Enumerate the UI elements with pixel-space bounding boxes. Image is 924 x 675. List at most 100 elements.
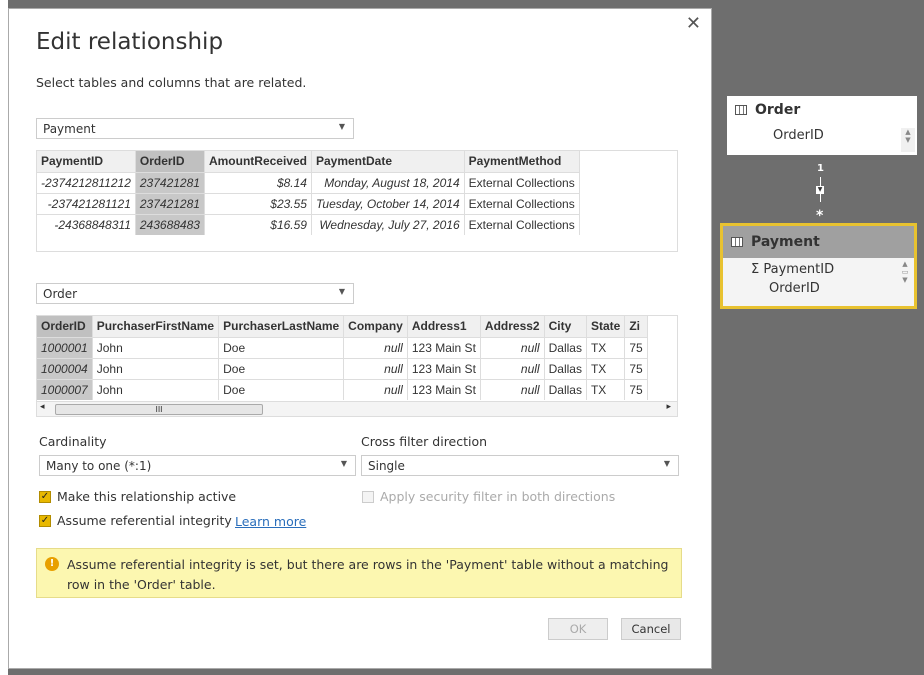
header-row: PaymentID OrderID AmountReceived PaymentDat… <box>37 151 580 172</box>
table-cell: Dallas <box>544 357 587 379</box>
table-cell: 123 Main St <box>407 378 481 400</box>
column-header[interactable]: PaymentID <box>37 151 136 172</box>
table-cell: TX <box>586 378 626 400</box>
payment-table-card[interactable]: Payment Σ PaymentID OrderID ▲ ▭ ▼ <box>720 223 917 309</box>
table-cell: 75 <box>624 378 648 400</box>
table-cell: Monday, August 18, 2014 <box>311 171 465 193</box>
card-scrollbar[interactable]: ▲ ▼ <box>901 128 915 152</box>
column-header[interactable]: Zi <box>624 316 648 337</box>
dialog-title: Edit relationship <box>36 29 224 55</box>
integrity-label: Assume referential integrity <box>57 513 232 528</box>
payment-field[interactable]: PaymentID <box>763 262 834 277</box>
table-cell: null <box>343 378 408 400</box>
chevron-down-icon: ▼ <box>340 459 347 468</box>
edit-relationship-dialog: ✕ Edit relationship Select tables and co… <box>8 8 712 669</box>
chevron-down-icon: ▼ <box>338 122 345 131</box>
table-row: 1000004 John Doe null 123 Main St null Dallas T… <box>37 357 648 379</box>
dialog-subtitle: Select tables and columns that are relat… <box>36 75 307 90</box>
table-row: -237421281121 237421281 $23.55 Tuesday, Oct… <box>37 192 580 214</box>
column-header[interactable]: PurchaserLastName <box>218 316 345 337</box>
table-cell: Doe <box>218 336 345 358</box>
crossfilter-value: Single <box>368 459 405 473</box>
column-header[interactable]: OrderID <box>135 151 205 172</box>
column-header[interactable]: AmountReceived <box>204 151 312 172</box>
chevron-down-icon: ▼ <box>338 287 345 296</box>
table-cell: $8.14 <box>204 171 312 193</box>
table-cell: $16.59 <box>204 213 312 235</box>
table2-select[interactable]: Order ▼ <box>36 283 354 304</box>
column-header[interactable]: Company <box>343 316 408 337</box>
header-row: OrderID PurchaserFirstName PurchaserLastNa… <box>37 316 648 337</box>
scrollbar-thumb[interactable]: III <box>55 404 263 415</box>
payment-field[interactable]: OrderID <box>723 277 914 296</box>
warning-text: Assume referential integrity is set, but… <box>67 557 669 592</box>
integrity-checkbox[interactable]: ✓ Assume referential integrity <box>39 513 232 528</box>
security-label: Apply security filter in both directions <box>380 489 616 504</box>
column-header[interactable]: State <box>586 316 626 337</box>
table-cell: Dallas <box>544 336 587 358</box>
table-cell: 1000007 <box>37 378 93 400</box>
order-field[interactable]: OrderID <box>727 124 917 143</box>
table1-select[interactable]: Payment ▼ <box>36 118 354 139</box>
table-cell: null <box>480 357 545 379</box>
scroll-right-icon[interactable]: ▸ <box>666 402 671 412</box>
table-cell: John <box>92 357 220 379</box>
table-icon <box>731 237 743 247</box>
table-row: -2374212811212 237421281 $8.14 Monday, Augu… <box>37 171 580 193</box>
learn-more-link[interactable]: Learn more <box>235 514 306 529</box>
table1-select-value: Payment <box>43 122 96 136</box>
crossfilter-select[interactable]: Single ▼ <box>361 455 679 476</box>
table-cell: Dallas <box>544 378 587 400</box>
table1-preview[interactable]: PaymentID OrderID AmountReceived PaymentDat… <box>36 150 678 252</box>
column-header[interactable]: PaymentDate <box>311 151 465 172</box>
table-cell: 123 Main St <box>407 336 481 358</box>
cancel-button[interactable]: Cancel <box>621 618 681 640</box>
active-label: Make this relationship active <box>57 489 237 504</box>
table-cell: null <box>480 336 545 358</box>
table-cell: TX <box>586 357 626 379</box>
table-cell: 1000001 <box>37 336 93 358</box>
checkmark-icon: ✓ <box>39 490 51 503</box>
order-table-card[interactable]: Order OrderID ▲ ▼ <box>727 96 917 155</box>
column-header[interactable]: Address2 <box>480 316 545 337</box>
column-header[interactable]: PurchaserFirstName <box>92 316 220 337</box>
table-cell: John <box>92 378 220 400</box>
table-cell: 243688483 <box>135 213 205 235</box>
scroll-left-icon[interactable]: ◂ <box>40 402 45 412</box>
column-header[interactable]: OrderID <box>37 316 93 337</box>
table2-preview[interactable]: OrderID PurchaserFirstName PurchaserLastNa… <box>36 315 678 417</box>
table-cell: Doe <box>218 357 345 379</box>
ok-button[interactable]: OK <box>548 618 608 640</box>
table-cell: null <box>343 336 408 358</box>
crossfilter-label: Cross filter direction <box>361 434 488 449</box>
table-cell: External Collections <box>464 213 580 235</box>
active-checkbox[interactable]: ✓ Make this relationship active <box>39 489 236 504</box>
table-cell: 75 <box>624 357 648 379</box>
security-filter-checkbox[interactable]: Apply security filter in both directions <box>362 489 615 504</box>
table-cell: TX <box>586 336 626 358</box>
table-row: 1000007 John Doe null 123 Main St null Dallas T… <box>37 378 648 400</box>
table-cell: -2374212811212 <box>37 171 136 193</box>
table-icon <box>735 105 747 115</box>
column-header[interactable]: Address1 <box>407 316 481 337</box>
cardinality-many-marker: * <box>816 208 824 224</box>
table-cell: 75 <box>624 336 648 358</box>
chevron-down-icon: ▼ <box>663 459 670 468</box>
table-cell: null <box>480 378 545 400</box>
column-header[interactable]: PaymentMethod <box>464 151 580 172</box>
table-cell: $23.55 <box>204 192 312 214</box>
table-cell: External Collections <box>464 192 580 214</box>
card-scrollbar[interactable]: ▲ ▭ ▼ <box>898 260 912 304</box>
table2-select-value: Order <box>43 287 78 301</box>
warning-banner: ! Assume referential integrity is set, bu… <box>36 548 682 598</box>
cardinality-value: Many to one (*:1) <box>46 459 152 473</box>
cardinality-select[interactable]: Many to one (*:1) ▼ <box>39 455 356 476</box>
table-cell: External Collections <box>464 171 580 193</box>
table-cell: Tuesday, October 14, 2014 <box>311 192 465 214</box>
table-cell: -24368848311 <box>37 213 136 235</box>
column-header[interactable]: City <box>544 316 587 337</box>
cardinality-one-marker: 1 <box>817 163 824 174</box>
table-cell: Doe <box>218 378 345 400</box>
close-icon[interactable]: ✕ <box>686 13 701 34</box>
horizontal-scrollbar[interactable]: ◂ III ▸ <box>37 401 677 416</box>
